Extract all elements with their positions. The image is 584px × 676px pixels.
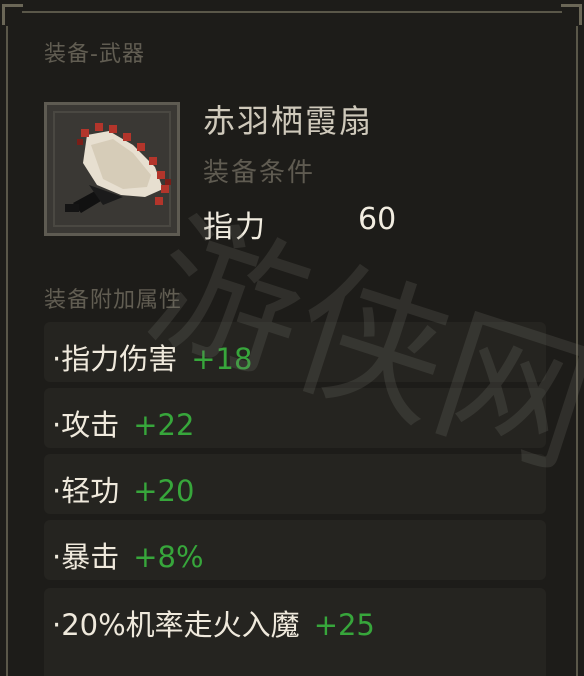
attribute-row: ·20%机率走火入魔 +25 xyxy=(44,588,546,676)
frame-corner-top-left xyxy=(2,4,23,25)
attribute-name: ·20%机率走火入魔 xyxy=(52,608,300,642)
feather-fan-icon xyxy=(65,123,171,213)
attribute-name: ·攻击 xyxy=(52,408,120,442)
attribute-row: ·暴击 +8% xyxy=(44,520,546,580)
attribute-value: +8% xyxy=(133,540,204,574)
attribute-name: ·轻功 xyxy=(52,474,120,508)
item-tooltip-panel: 装备-武器 赤羽栖霞扇 装备条件 指力 60 装备附加属性 ·指力伤害 +18 … xyxy=(0,0,584,676)
attribute-value: +22 xyxy=(133,408,195,442)
attribute-value: +25 xyxy=(313,608,375,642)
frame-corner-top-right xyxy=(561,4,582,25)
frame-left-border xyxy=(6,26,8,676)
frame-top-border xyxy=(22,11,562,13)
item-name: 赤羽栖霞扇 xyxy=(203,102,374,140)
attribute-value: +20 xyxy=(133,474,195,508)
item-category-label: 装备-武器 xyxy=(44,42,145,67)
item-icon-slot[interactable] xyxy=(44,102,180,236)
attribute-name: ·暴击 xyxy=(52,540,120,574)
